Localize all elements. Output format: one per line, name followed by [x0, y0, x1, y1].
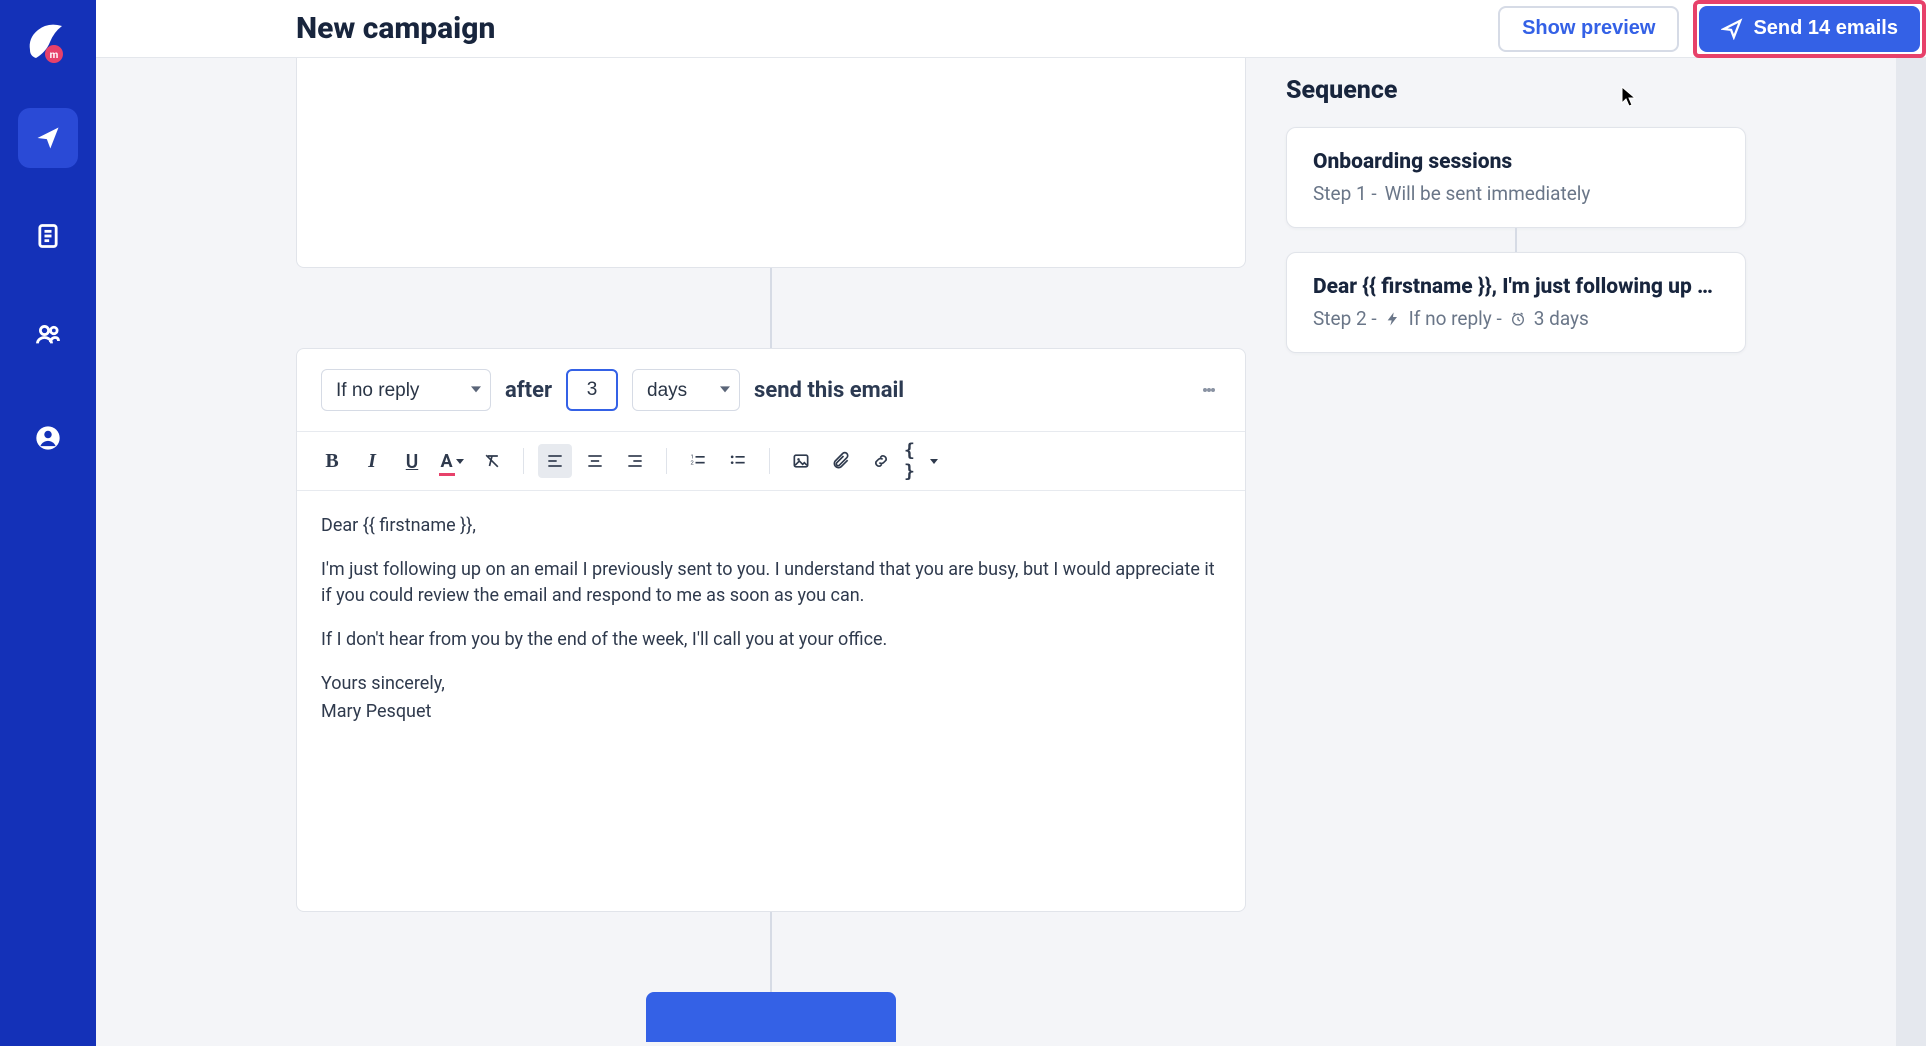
sequence-heading: Sequence	[1286, 76, 1746, 105]
svg-text:2: 2	[691, 460, 695, 466]
page-title: New campaign	[296, 11, 495, 46]
main-area: If no reply after days send this email B	[96, 58, 1926, 1046]
align-center-button[interactable]	[578, 444, 612, 478]
variables-button[interactable]: { }	[904, 444, 938, 478]
body-line: Yours sincerely,	[321, 671, 1221, 697]
sequence-step-title: Onboarding sessions	[1313, 150, 1719, 174]
delay-input[interactable]	[566, 369, 618, 411]
step-connector	[770, 912, 772, 992]
align-right-button[interactable]	[618, 444, 652, 478]
text-color-button[interactable]: A	[435, 444, 469, 478]
bold-button[interactable]: B	[315, 444, 349, 478]
scrollbar-gutter[interactable]	[1896, 58, 1926, 1046]
app-logo: m	[22, 18, 74, 70]
sequence-step-sub: Step 1 - Will be sent immediately	[1313, 182, 1719, 205]
toolbar-separator	[666, 448, 667, 474]
editor-toolbar: B I U A 12	[297, 432, 1245, 491]
after-label: after	[505, 378, 552, 403]
sequence-panel: Sequence Onboarding sessions Step 1 - Wi…	[1286, 76, 1746, 353]
image-button[interactable]	[784, 444, 818, 478]
nav-people-icon[interactable]	[18, 304, 78, 364]
left-nav: m	[0, 0, 96, 1046]
bolt-icon	[1385, 311, 1401, 327]
clock-icon	[1510, 311, 1526, 327]
send-emails-button[interactable]: Send 14 emails	[1699, 6, 1920, 52]
previous-step-card[interactable]	[296, 58, 1246, 268]
email-body-editor[interactable]: Dear {{ firstname }}, I'm just following…	[297, 491, 1245, 911]
body-line: Dear {{ firstname }},	[321, 513, 1221, 539]
add-step-button[interactable]	[646, 992, 896, 1042]
body-line: Mary Pesquet	[321, 699, 1221, 725]
show-preview-button[interactable]: Show preview	[1498, 6, 1679, 52]
align-left-button[interactable]	[538, 444, 572, 478]
step-connector	[770, 268, 772, 348]
sequence-connector	[1515, 228, 1517, 252]
sequence-step-sub: Step 2 - If no reply - 3 days	[1313, 307, 1719, 330]
toolbar-separator	[523, 448, 524, 474]
body-line: I'm just following up on an email I prev…	[321, 557, 1221, 609]
nav-send-icon[interactable]	[18, 108, 78, 168]
top-bar: New campaign Show preview Send 14 emails	[96, 0, 1926, 58]
nav-account-icon[interactable]	[18, 408, 78, 468]
svg-text:m: m	[50, 50, 59, 61]
sequence-step-card[interactable]: Onboarding sessions Step 1 - Will be sen…	[1286, 127, 1746, 228]
sequence-step-title: Dear {{ firstname }}, I'm just following…	[1313, 275, 1719, 299]
sequence-step-card[interactable]: Dear {{ firstname }}, I'm just following…	[1286, 252, 1746, 353]
condition-row: If no reply after days send this email	[297, 349, 1245, 432]
body-line: If I don't hear from you by the end of t…	[321, 627, 1221, 653]
trigger-select[interactable]: If no reply	[321, 369, 491, 411]
clear-format-button[interactable]	[475, 444, 509, 478]
toolbar-separator	[769, 448, 770, 474]
send-emails-label: Send 14 emails	[1753, 17, 1898, 40]
italic-button[interactable]: I	[355, 444, 389, 478]
ordered-list-button[interactable]: 12	[681, 444, 715, 478]
send-icon	[1721, 18, 1743, 40]
link-button[interactable]	[864, 444, 898, 478]
email-step-card: If no reply after days send this email B	[296, 348, 1246, 912]
unit-select[interactable]: days	[632, 369, 740, 411]
attachment-button[interactable]	[824, 444, 858, 478]
action-label: send this email	[754, 378, 904, 403]
content-column: New campaign Show preview Send 14 emails…	[96, 0, 1926, 1046]
step-menu-button[interactable]	[1195, 376, 1223, 404]
editor-column: If no reply after days send this email B	[296, 58, 1246, 1042]
unordered-list-button[interactable]	[721, 444, 755, 478]
send-highlight: Send 14 emails	[1693, 0, 1926, 58]
nav-document-icon[interactable]	[18, 206, 78, 266]
underline-button[interactable]: U	[395, 444, 429, 478]
